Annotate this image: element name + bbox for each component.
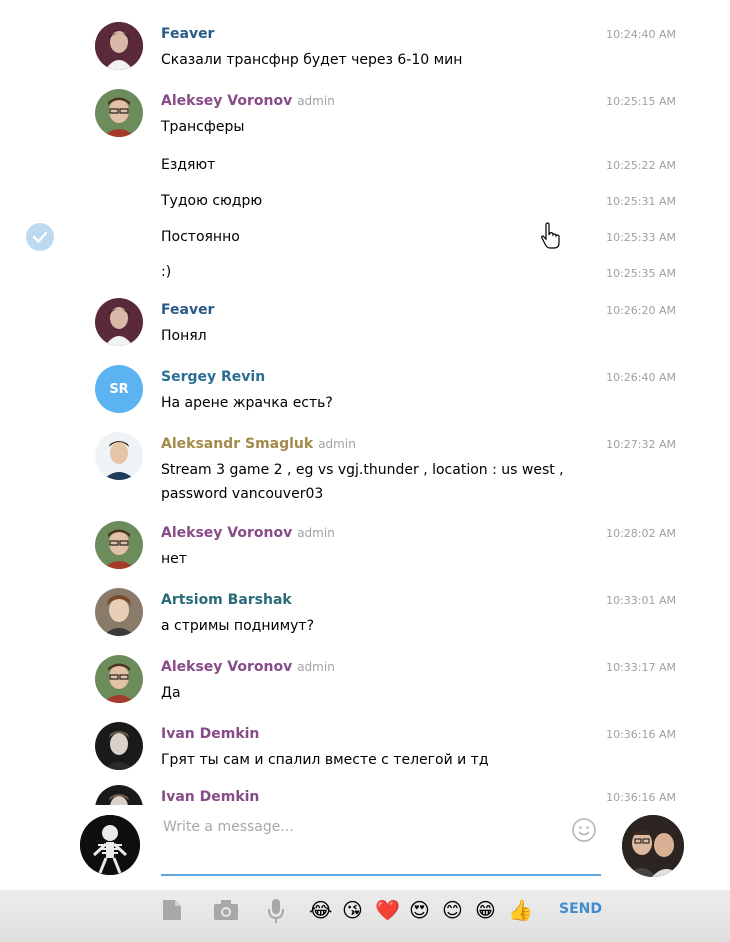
author-name[interactable]: Sergey Revin bbox=[161, 369, 265, 385]
avatar-aleksandr-smagluk[interactable] bbox=[95, 432, 143, 480]
emoji-kiss-icon[interactable]: 😘 bbox=[342, 899, 363, 921]
message-text: Stream 3 game 2 , eg vs vgj.thunder , lo… bbox=[161, 462, 564, 502]
author-name[interactable]: Aleksandr Smagluk admin bbox=[161, 436, 356, 452]
microphone-icon[interactable] bbox=[266, 898, 286, 928]
hand-cursor-icon bbox=[540, 222, 562, 254]
message-text: Тудою сюдрю bbox=[161, 193, 263, 209]
author-name[interactable]: Aleksey Voronov admin bbox=[161, 659, 335, 675]
message-time: 10:25:22 AM bbox=[606, 159, 676, 172]
toolbar: 😂 😘 ❤️ 😍 😊 😁 👍 SEND bbox=[0, 890, 730, 942]
message-time: 10:36:16 AM bbox=[606, 728, 676, 741]
avatar-initials: SR bbox=[109, 381, 129, 397]
admin-badge: admin bbox=[297, 526, 335, 540]
avatar-aleksey-voronov[interactable] bbox=[95, 655, 143, 703]
message-text: Да bbox=[161, 685, 181, 701]
message-text: Трансферы bbox=[161, 119, 245, 135]
emoji-blush-icon[interactable]: 😊 bbox=[442, 899, 463, 921]
message-text: Сказали трансфнр будет через 6-10 мин bbox=[161, 52, 463, 68]
admin-badge: admin bbox=[318, 437, 356, 451]
avatar-aleksey-voronov[interactable] bbox=[95, 521, 143, 569]
selected-check-icon[interactable] bbox=[26, 223, 54, 251]
camera-icon[interactable] bbox=[213, 898, 239, 926]
avatar-aleksey-voronov[interactable] bbox=[95, 89, 143, 137]
message-text: На арене жрачка есть? bbox=[161, 395, 333, 411]
author-name[interactable]: Ivan Demkin bbox=[161, 726, 259, 742]
composer bbox=[0, 805, 730, 890]
author-name[interactable]: Feaver bbox=[161, 26, 214, 42]
message-text: Ездяют bbox=[161, 157, 216, 173]
message-text: а стримы поднимут? bbox=[161, 618, 315, 634]
message-text: Постоянно bbox=[161, 229, 240, 245]
avatar-ivan-demkin[interactable] bbox=[95, 722, 143, 770]
message-text: Грят ты сам и спалил вместе с телегой и … bbox=[161, 752, 489, 768]
emoji-grin-icon[interactable]: 😁 bbox=[475, 899, 496, 921]
avatar-sergey-revin[interactable]: SR bbox=[95, 365, 143, 413]
message-text: :) bbox=[161, 264, 172, 280]
message-time: 10:28:02 AM bbox=[606, 527, 676, 540]
emoji-thumbs-up-icon[interactable]: 👍 bbox=[508, 899, 533, 921]
admin-badge: admin bbox=[297, 94, 335, 108]
author-name[interactable]: Ivan Demkin bbox=[161, 789, 259, 805]
message-time: 10:24:40 AM bbox=[606, 28, 676, 41]
emoji-tears-of-joy-icon[interactable]: 😂 bbox=[309, 899, 332, 921]
message-text: нет bbox=[161, 551, 187, 567]
author-name[interactable]: Feaver bbox=[161, 302, 214, 318]
avatar-feaver[interactable] bbox=[95, 22, 143, 70]
message-time: 10:33:01 AM bbox=[606, 594, 676, 607]
message-time: 10:25:33 AM bbox=[606, 231, 676, 244]
message-time: 10:26:40 AM bbox=[606, 371, 676, 384]
admin-badge: admin bbox=[297, 660, 335, 674]
peer-avatar[interactable] bbox=[622, 815, 684, 877]
send-button[interactable]: SEND bbox=[559, 901, 602, 917]
emoji-heart-icon[interactable]: ❤️ bbox=[375, 899, 400, 921]
emoji-smile-icon[interactable] bbox=[572, 818, 596, 842]
message-time: 10:25:31 AM bbox=[606, 195, 676, 208]
message-time: 10:27:32 AM bbox=[606, 438, 676, 451]
author-name[interactable]: Aleksey Voronov admin bbox=[161, 525, 335, 541]
avatar-feaver[interactable] bbox=[95, 298, 143, 346]
file-icon[interactable] bbox=[161, 898, 183, 926]
message-history[interactable]: Feaver 10:24:40 AM Сказали трансфнр буде… bbox=[0, 0, 730, 805]
avatar-ivan-demkin[interactable] bbox=[95, 785, 143, 805]
message-time: 10:25:15 AM bbox=[606, 95, 676, 108]
input-underline bbox=[161, 874, 601, 876]
avatar-artsiom-barshak[interactable] bbox=[95, 588, 143, 636]
message-time: 10:33:17 AM bbox=[606, 661, 676, 674]
emoji-heart-eyes-icon[interactable]: 😍 bbox=[409, 899, 430, 921]
my-avatar[interactable] bbox=[80, 815, 140, 875]
message-time: 10:26:20 AM bbox=[606, 304, 676, 317]
message-time: 10:25:35 AM bbox=[606, 267, 676, 280]
message-time: 10:36:16 AM bbox=[606, 791, 676, 804]
message-text: Понял bbox=[161, 328, 207, 344]
author-name[interactable]: Artsiom Barshak bbox=[161, 592, 292, 608]
message-input[interactable] bbox=[161, 815, 565, 839]
author-name[interactable]: Aleksey Voronov admin bbox=[161, 93, 335, 109]
